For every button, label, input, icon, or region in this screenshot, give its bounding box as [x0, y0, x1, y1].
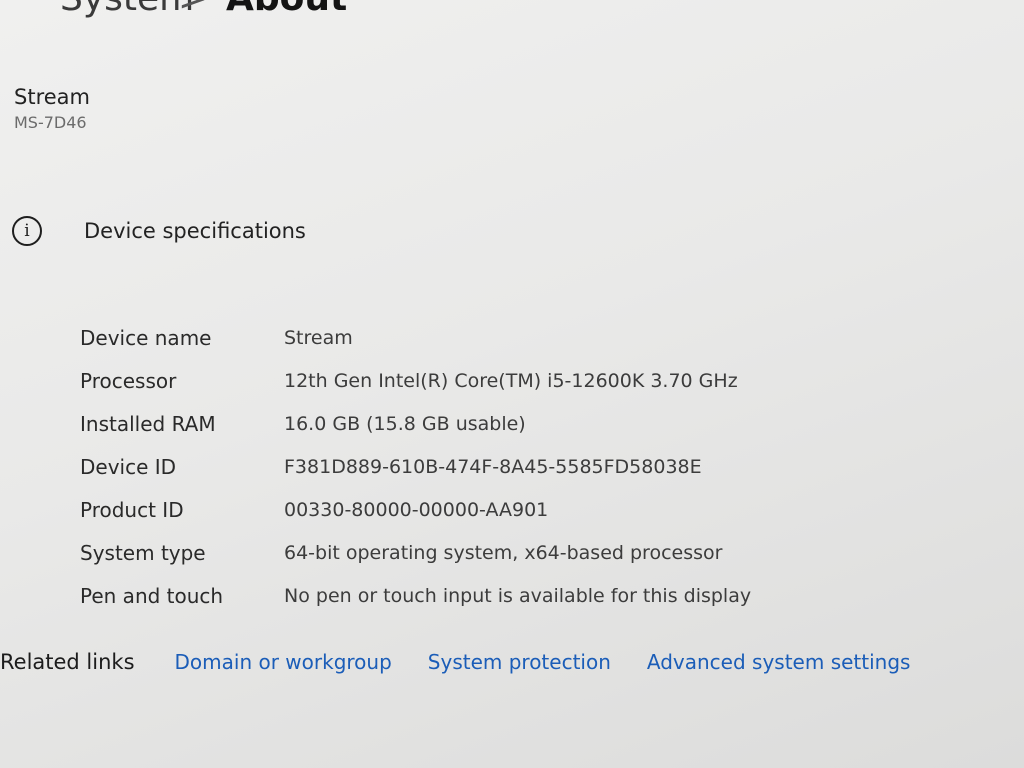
spec-label: System type — [80, 540, 206, 565]
spec-value: 64-bit operating system, x64-based proce… — [284, 541, 723, 564]
breadcrumb-parent[interactable]: System — [60, 0, 194, 19]
advanced-system-settings-link[interactable]: Advanced system settings — [647, 650, 911, 674]
breadcrumb-separator-icon: > — [178, 0, 208, 19]
spec-label: Installed RAM — [80, 411, 216, 436]
info-icon: i — [12, 216, 42, 246]
spec-row-device-id: Device ID F381D889-610B-474F-8A45-5585FD… — [80, 445, 751, 488]
device-model: MS-7D46 — [14, 113, 87, 132]
spec-value: 12th Gen Intel(R) Core(TM) i5-12600K 3.7… — [284, 369, 738, 392]
spec-label: Product ID — [80, 497, 184, 522]
domain-or-workgroup-link[interactable]: Domain or workgroup — [175, 650, 392, 674]
device-specifications-header[interactable]: i Device specifications — [12, 216, 972, 246]
spec-row-system-type: System type 64-bit operating system, x64… — [80, 531, 751, 574]
device-specifications-section: i Device specifications — [12, 216, 972, 246]
specs-table: Device name Stream Processor 12th Gen In… — [80, 316, 751, 617]
related-links-label: Related links — [0, 650, 135, 674]
spec-row-product-id: Product ID 00330-80000-00000-AA901 — [80, 488, 751, 531]
spec-row-processor: Processor 12th Gen Intel(R) Core(TM) i5-… — [80, 359, 751, 402]
spec-label: Pen and touch — [80, 583, 224, 608]
spec-value: 00330-80000-00000-AA901 — [284, 498, 549, 521]
spec-value: F381D889-610B-474F-8A45-5585FD58038E — [284, 455, 702, 478]
spec-value: Stream — [284, 326, 353, 349]
spec-label: Device name — [80, 325, 212, 350]
page-title: About — [226, 0, 347, 19]
spec-row-pen-and-touch: Pen and touch No pen or touch input is a… — [80, 574, 751, 617]
spec-value: 16.0 GB (15.8 GB usable) — [284, 412, 526, 435]
device-name-heading: Stream — [14, 85, 90, 109]
spec-row-installed-ram: Installed RAM 16.0 GB (15.8 GB usable) — [80, 402, 751, 445]
spec-label: Device ID — [80, 454, 177, 479]
spec-row-device-name: Device name Stream — [80, 316, 751, 359]
related-links-bar: Related links Domain or workgroup System… — [0, 650, 946, 674]
spec-label: Processor — [80, 368, 177, 393]
device-summary: Stream MS-7D46 — [14, 85, 90, 132]
system-protection-link[interactable]: System protection — [428, 650, 611, 674]
device-specifications-title: Device specifications — [84, 219, 306, 243]
spec-value: No pen or touch input is available for t… — [284, 584, 752, 607]
